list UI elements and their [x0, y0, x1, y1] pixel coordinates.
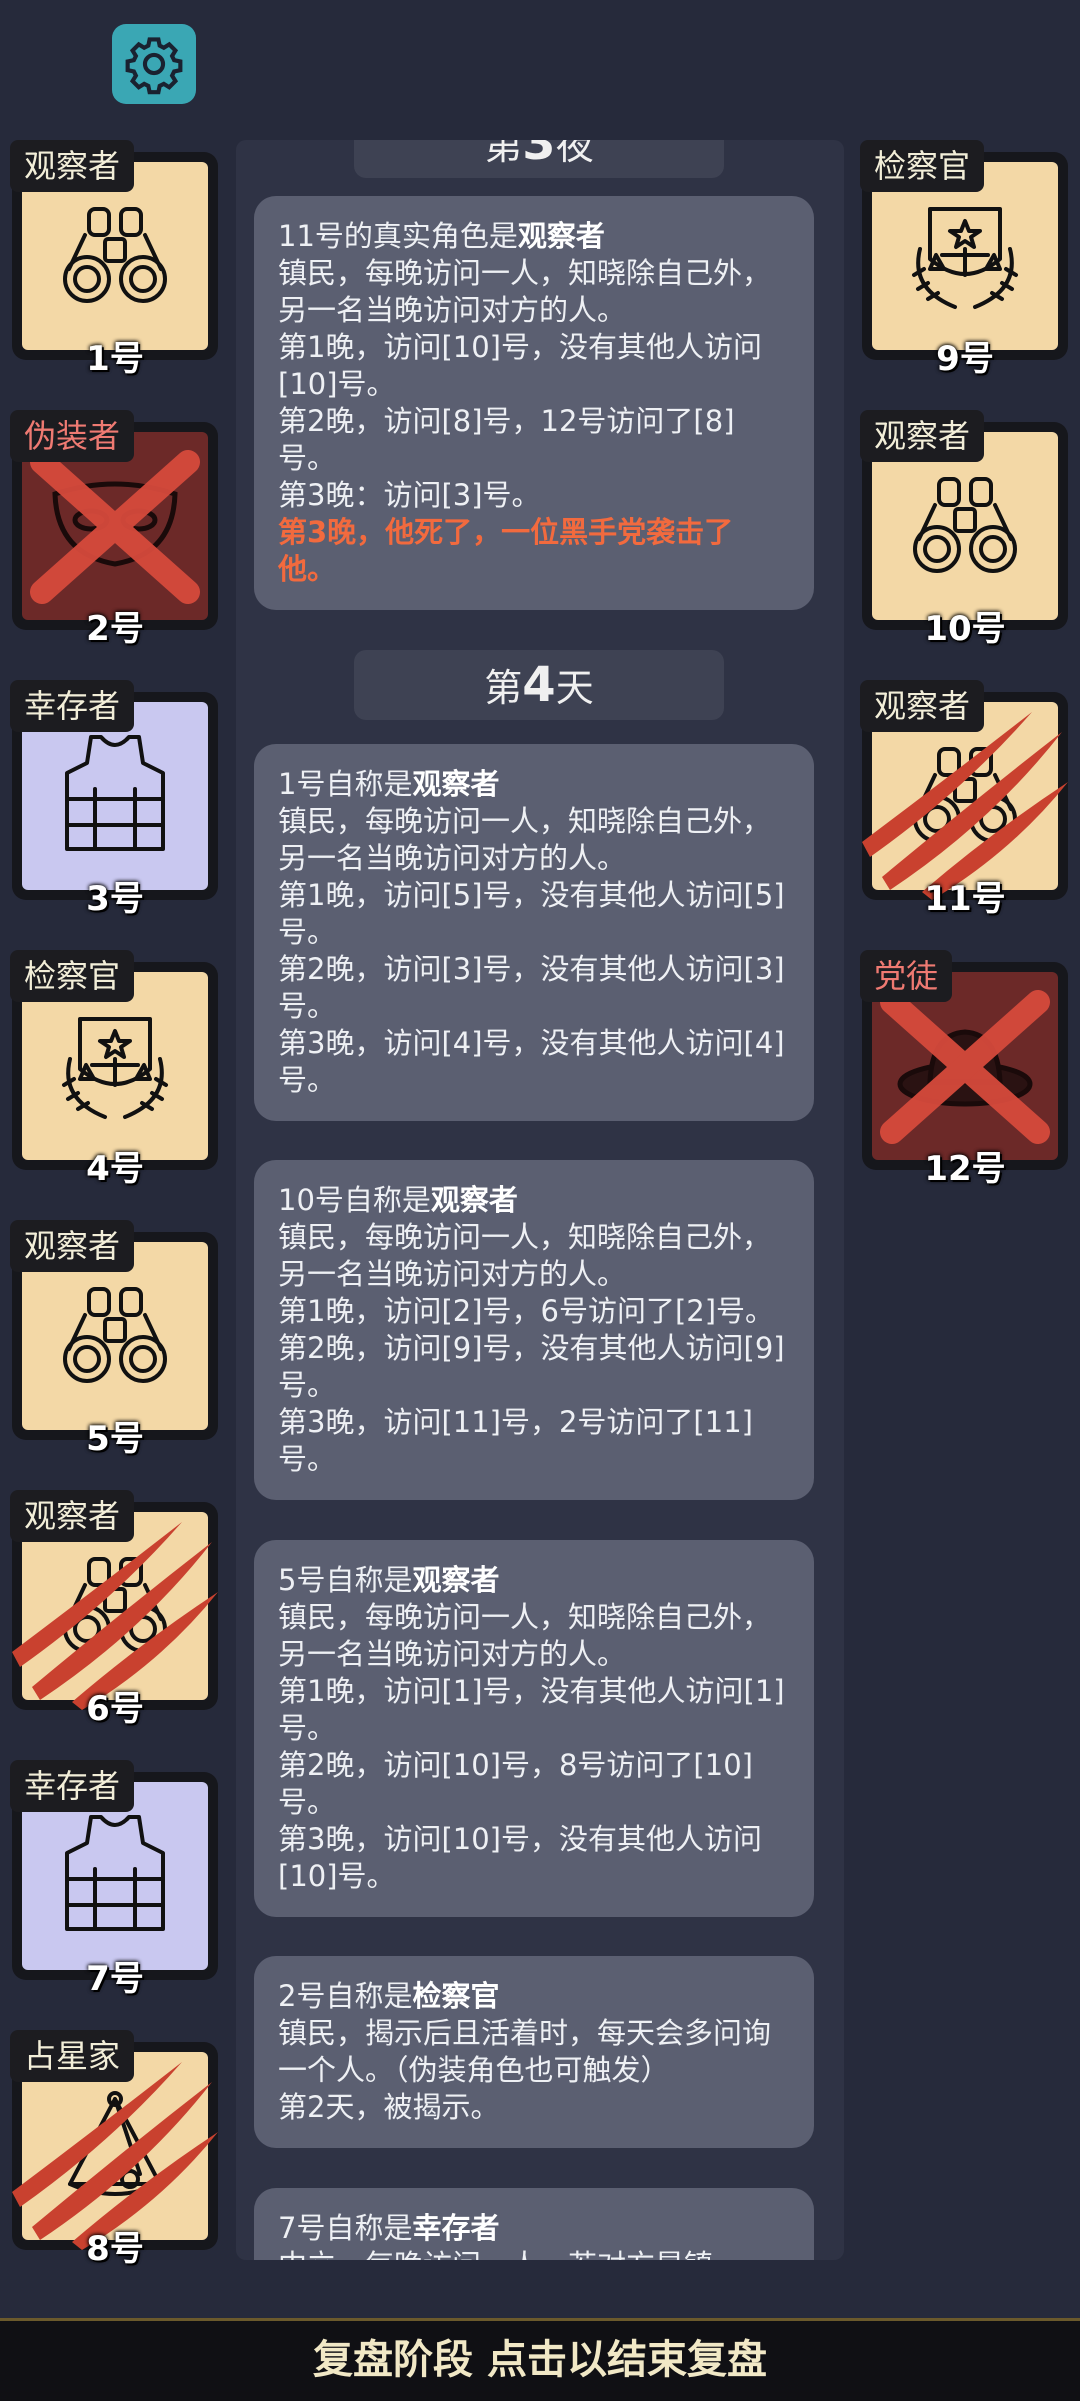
end-replay-button[interactable]: 复盘阶段 点击以结束复盘 — [0, 2318, 1080, 2401]
message-alert: 第3晚，他死了，一位黑手党袭击了他。 — [278, 515, 734, 586]
player-number: 5号 — [86, 1419, 144, 1459]
message-line: 镇民，每晚访问一人，知晓除自己外，另一名当晚访问对方的人。 — [278, 1600, 772, 1671]
player-card-11号[interactable]: 观察者 11号 — [860, 680, 1068, 919]
binoculars-icon — [905, 739, 1025, 853]
player-role-label: 党徒 — [860, 950, 953, 1002]
message-intro: 7号自称是 — [278, 2211, 413, 2245]
settings-button[interactable] — [112, 24, 196, 104]
player-card-5号[interactable]: 观察者 5号 — [10, 1220, 218, 1459]
player-card-1号[interactable]: 观察者 1号 — [10, 140, 218, 379]
player-card-2号[interactable]: 伪装者 2号 — [10, 410, 218, 649]
message-intro: 10号自称是 — [278, 1183, 431, 1217]
player-card-4号[interactable]: 检察官 4号 — [10, 950, 218, 1189]
day-header-night3: 第3夜 — [354, 140, 724, 178]
player-role-label: 伪装者 — [10, 410, 135, 462]
player-number: 1号 — [86, 339, 144, 379]
player-number: 10号 — [924, 609, 1006, 649]
message-line: 第2晚，访问[10]号，8号访问了[10]号。 — [278, 1748, 753, 1819]
message-line: 中立，每晚访问一人，若对方是镇 — [278, 2247, 790, 2260]
log-message: 5号自称是观察者 镇民，每晚访问一人，知晓除自己外，另一名当晚访问对方的人。 第1晚… — [254, 1540, 814, 1917]
message-line: 第3晚，访问[4]号，没有其他人访问[4]号。 — [278, 1026, 785, 1097]
player-card-6号[interactable]: 观察者 6号 — [10, 1490, 218, 1729]
message-line: 第2天，被揭示。 — [278, 2090, 500, 2124]
vest-icon — [55, 1809, 175, 1943]
message-line: 第2晚，访问[9]号，没有其他人访问[9]号。 — [278, 1331, 785, 1402]
player-role-label: 检察官 — [860, 140, 985, 192]
player-card-12号[interactable]: 党徒 12号 — [860, 950, 1068, 1189]
message-role: 幸存者 — [412, 2211, 500, 2245]
gear-icon — [125, 37, 183, 95]
message-intro: 2号自称是 — [278, 1979, 413, 2013]
player-role-label: 幸存者 — [10, 1760, 135, 1812]
message-intro: 1号自称是 — [278, 767, 413, 801]
message-line: 第2晚，访问[3]号，没有其他人访问[3]号。 — [278, 952, 785, 1023]
player-role-label: 观察者 — [860, 680, 985, 732]
hat-icon — [890, 1014, 1040, 1118]
log-message: 2号自称是检察官 镇民，揭示后且活着时，每天会多问询一个人。（伪装角色也可触发）第… — [254, 1956, 814, 2148]
log-message: 10号自称是观察者 镇民，每晚访问一人，知晓除自己外，另一名当晚访问对方的人。 第1… — [254, 1160, 814, 1500]
message-line: 第3晚，访问[10]号，没有其他人访问[10]号。 — [278, 1822, 762, 1893]
log-message: 11号的真实角色是观察者 镇民，每晚访问一人，知晓除自己外，另一名当晚访问对方的人… — [254, 196, 814, 610]
player-card-9号[interactable]: 检察官 9号 — [860, 140, 1068, 379]
player-card-10号[interactable]: 观察者 10号 — [860, 410, 1068, 649]
replay-log[interactable]: 第3夜 11号的真实角色是观察者 镇民，每晚访问一人，知晓除自己外，另一名当晚访问… — [236, 140, 844, 2260]
message-role: 观察者 — [412, 767, 500, 801]
message-line: 第2晚，访问[8]号，12号访问了[8]号。 — [278, 404, 735, 475]
message-line: 第1晚，访问[10]号，没有其他人访问[10]号。 — [278, 330, 762, 401]
player-role-label: 检察官 — [10, 950, 135, 1002]
player-number: 2号 — [86, 609, 144, 649]
sextant-icon — [50, 2084, 180, 2208]
message-line: 镇民，每晚访问一人，知晓除自己外，另一名当晚访问对方的人。 — [278, 1220, 772, 1291]
scales-badge-icon — [50, 999, 180, 1133]
player-role-label: 观察者 — [10, 1220, 135, 1272]
vest-icon — [55, 729, 175, 863]
scales-badge-icon — [900, 189, 1030, 323]
player-role-label: 观察者 — [10, 1490, 135, 1542]
message-role: 检察官 — [412, 1979, 500, 2013]
player-card-3号[interactable]: 幸存者 3号 — [10, 680, 218, 919]
message-line: 第3晚，访问[11]号，2号访问了[11]号。 — [278, 1405, 753, 1476]
player-number: 7号 — [86, 1959, 144, 1999]
message-line: 第1晚，访问[2]号，6号访问了[2]号。 — [278, 1294, 775, 1328]
message-role: 观察者 — [430, 1183, 518, 1217]
message-line: 第1晚，访问[5]号，没有其他人访问[5]号。 — [278, 878, 785, 949]
player-number: 3号 — [86, 879, 144, 919]
message-line: 第3晚：访问[3]号。 — [278, 478, 541, 512]
log-message: 7号自称是幸存者中立，每晚访问一人，若对方是镇 — [254, 2188, 814, 2260]
message-role: 观察者 — [412, 1563, 500, 1597]
player-role-label: 观察者 — [10, 140, 135, 192]
player-number: 12号 — [924, 1149, 1006, 1189]
binoculars-icon — [905, 469, 1025, 583]
player-role-label: 占星家 — [10, 2030, 135, 2082]
mask-icon — [45, 474, 185, 578]
log-message: 1号自称是观察者 镇民，每晚访问一人，知晓除自己外，另一名当晚访问对方的人。 第1晚… — [254, 744, 814, 1121]
message-line: 镇民，每晚访问一人，知晓除自己外，另一名当晚访问对方的人。 — [278, 256, 772, 327]
message-role: 观察者 — [517, 219, 605, 253]
message-intro: 11号的真实角色是 — [278, 219, 518, 253]
message-intro: 5号自称是 — [278, 1563, 413, 1597]
player-card-8号[interactable]: 占星家 8号 — [10, 2030, 218, 2269]
day-header-day4: 第4天 — [354, 650, 724, 720]
player-card-7号[interactable]: 幸存者 7号 — [10, 1760, 218, 1999]
player-number: 9号 — [936, 339, 994, 379]
player-number: 6号 — [86, 1689, 144, 1729]
binoculars-icon — [55, 1549, 175, 1663]
player-role-label: 幸存者 — [10, 680, 135, 732]
player-number: 4号 — [86, 1149, 144, 1189]
player-number: 8号 — [86, 2229, 144, 2269]
message-line: 镇民，每晚访问一人，知晓除自己外，另一名当晚访问对方的人。 — [278, 804, 772, 875]
message-line: 镇民，揭示后且活着时，每天会多问询一个人。（伪装角色也可触发） — [278, 2016, 772, 2087]
player-number: 11号 — [924, 879, 1006, 919]
binoculars-icon — [55, 1279, 175, 1393]
binoculars-icon — [55, 199, 175, 313]
message-line: 第1晚，访问[1]号，没有其他人访问[1]号。 — [278, 1674, 785, 1745]
player-role-label: 观察者 — [860, 410, 985, 462]
